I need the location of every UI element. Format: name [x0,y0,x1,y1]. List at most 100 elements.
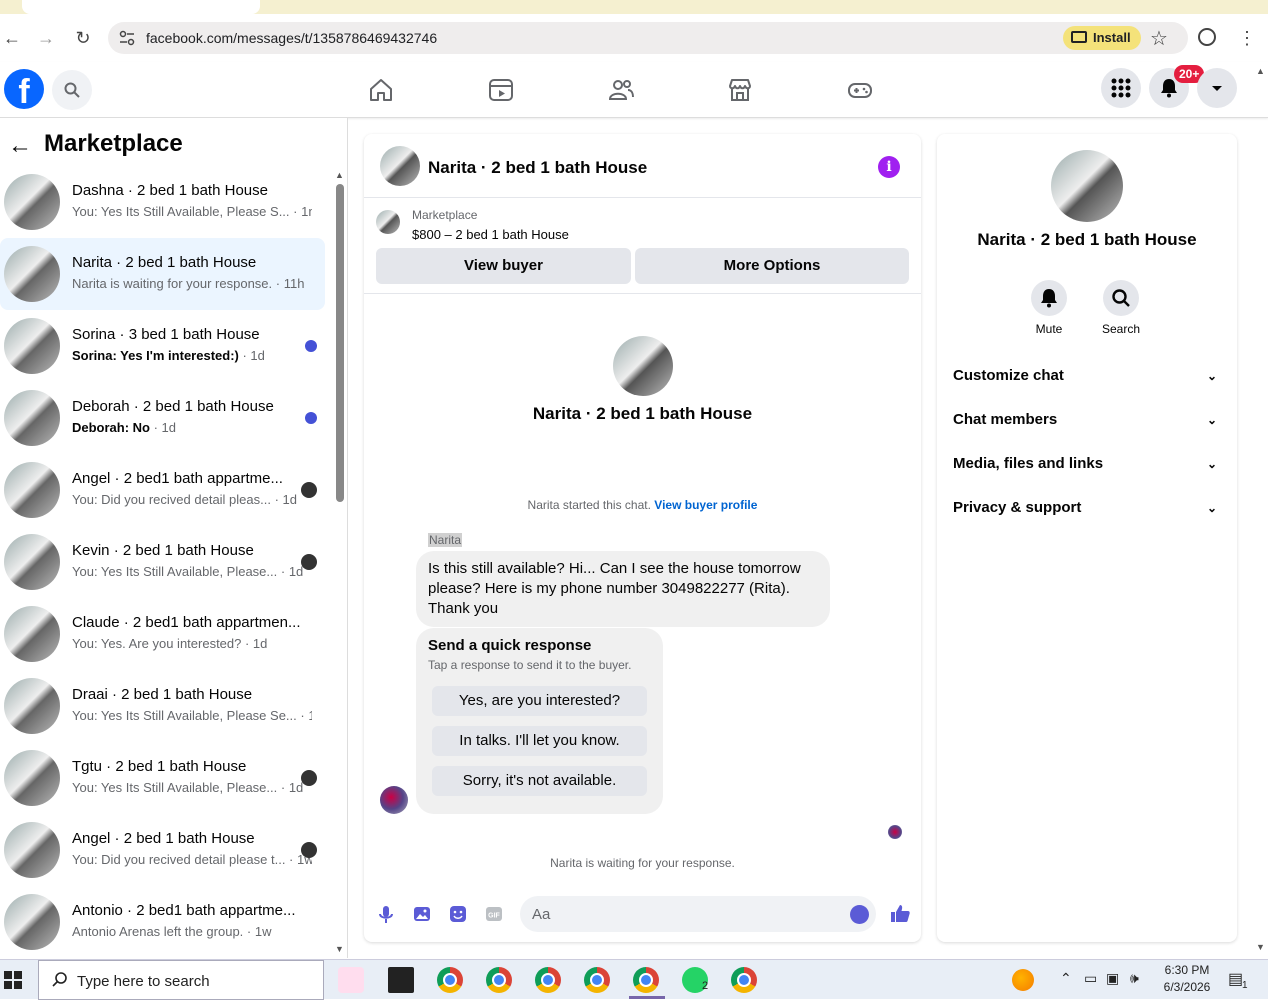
chat-members-section[interactable]: Chat members ⌄ [953,402,1221,438]
url-text[interactable]: facebook.com/messages/t/1358786469432746 [146,30,437,46]
bookmark-star-icon[interactable]: ☆ [1150,26,1168,51]
conversation-item[interactable]: Angel · 2 bed 1 bath House You: Did you r… [0,814,325,886]
chevron-down-icon: ⌄ [1206,369,1217,383]
conversation-item[interactable]: Dashna · 2 bed 1 bath House You: Yes Its … [0,166,325,238]
view-buyer-profile-link[interactable]: View buyer profile [654,498,757,512]
preview-text: You: Did you recived detail please t... [72,852,286,867]
conversation-item[interactable]: Tgtu · 2 bed 1 bath House You: Yes Its St… [0,742,325,814]
quick-response-title: Send a quick response [428,637,592,654]
preview-text: You: Yes. Are you interested? [72,636,242,651]
chevron-up-icon[interactable]: ⌃ [1060,970,1072,987]
quick-response-button[interactable]: Sorry, it's not available. [432,766,647,796]
install-button[interactable]: Install [1063,26,1141,50]
quick-response-button[interactable]: Yes, are you interested? [432,686,647,716]
search-icon [1112,289,1130,307]
conversation-name: Dashna · 2 bed 1 bath House [72,182,268,199]
info-name: Narita · 2 bed 1 bath House [977,230,1197,249]
reload-button[interactable]: ↻ [71,26,95,50]
page-scroll-up-arrow[interactable]: ▲ [1256,66,1265,76]
site-settings-icon[interactable] [118,29,136,47]
mute-button[interactable]: Mute [1019,280,1079,336]
more-options-button[interactable]: More Options [635,248,909,284]
weather-icon[interactable] [1012,969,1034,991]
like-icon[interactable] [889,902,911,924]
conversation-item[interactable]: Sorina · 3 bed 1 bath House Sorina: Yes I… [0,310,325,382]
chrome-icon[interactable] [486,967,512,993]
microphone-icon[interactable] [376,904,396,924]
started-text: Narita started this chat. [527,498,651,512]
chrome-icon[interactable] [731,967,757,993]
chrome-icon[interactable] [535,967,561,993]
chrome-icon[interactable] [633,967,659,993]
sticker-icon[interactable] [448,904,468,924]
sticky-notes-icon[interactable] [388,967,414,993]
privacy-support-section[interactable]: Privacy & support ⌄ [953,490,1221,526]
browser-menu-icon[interactable]: ⋮ [1238,26,1256,50]
scroll-up-arrow[interactable]: ▲ [335,170,344,180]
volume-icon[interactable]: 🕪 [1130,970,1139,987]
chat-title[interactable]: Narita · 2 bed 1 bath House [428,158,647,178]
quick-response-button[interactable]: In talks. I'll let you know. [432,726,647,756]
view-buyer-button[interactable]: View buyer [376,248,631,284]
listing-price[interactable]: $800 – 2 bed 1 bath House [412,227,569,242]
photo-icon[interactable] [412,904,432,924]
search-button[interactable] [52,70,92,110]
conversation-list: Dashna · 2 bed 1 bath House You: Yes Its … [0,166,330,956]
omnibox[interactable]: facebook.com/messages/t/1358786469432746… [108,22,1188,54]
back-arrow-icon[interactable]: ← [8,132,32,160]
notification-center-icon[interactable]: ▤ [1228,969,1243,989]
bell-icon [1041,289,1057,308]
conversation-item[interactable]: Antonio · 2 bed1 bath appartme... Antonio… [0,886,325,956]
preview-time: · 1d [241,636,268,651]
message-input[interactable]: Aa [520,896,876,932]
gif-icon[interactable]: GIF [484,904,504,924]
active-tab[interactable] [22,0,260,14]
windows-start-icon[interactable] [4,971,22,989]
network-icon[interactable]: ▭ [1084,970,1097,987]
clock-time: 6:30 PM [1164,963,1210,977]
search-conversation-button[interactable]: Search [1091,280,1151,336]
scroll-down-arrow[interactable]: ▼ [335,944,344,954]
display-icon[interactable]: ▣ [1106,970,1119,987]
page-scroll-down-arrow[interactable]: ▼ [1256,942,1265,952]
conversation-name: Narita · 2 bed 1 bath House [72,254,257,271]
account-button[interactable] [1197,68,1237,108]
chrome-icon[interactable] [437,967,463,993]
install-icon [1071,31,1087,43]
conversation-item[interactable]: Angel · 2 bed1 bath appartme... You: Did … [0,454,325,526]
chrome-icon[interactable] [584,967,610,993]
profile-icon[interactable] [1198,28,1216,46]
grid-menu-icon [1111,78,1131,98]
snipping-tool-icon[interactable] [338,967,364,993]
taskbar-search[interactable]: Type here to search [38,960,324,1000]
chat-header: Narita · 2 bed 1 bath House i [364,134,921,198]
system-clock[interactable]: 6:30 PM 6/3/2026 [1152,962,1222,996]
friends-icon[interactable] [607,76,635,104]
back-button[interactable]: ← [0,26,24,50]
conversation-item[interactable]: Narita · 2 bed 1 bath House Narita is wai… [0,238,325,310]
menu-button[interactable] [1101,68,1141,108]
conversation-item[interactable]: Claude · 2 bed1 bath appartmen... You: Ye… [0,598,325,670]
conversation-preview: Antonio Arenas left the group. · 1w [72,924,312,939]
media-files-links-section[interactable]: Media, files and links ⌄ [953,446,1221,482]
marketplace-icon[interactable] [726,76,754,104]
sidebar-scrollbar[interactable] [336,184,344,502]
home-icon[interactable] [367,76,395,104]
gaming-icon[interactable] [846,76,874,104]
emoji-icon[interactable] [850,905,869,924]
conversation-name: Deborah · 2 bed 1 bath House [72,398,274,415]
conversation-item[interactable]: Deborah · 2 bed 1 bath House Deborah: No … [0,382,325,454]
conversation-thumbnail [4,750,60,806]
forward-button[interactable]: → [34,26,58,50]
customize-chat-section[interactable]: Customize chat ⌄ [953,358,1221,394]
video-icon[interactable] [487,76,515,104]
conversation-item[interactable]: Kevin · 2 bed 1 bath House You: Yes Its S… [0,526,325,598]
conversation-name: Angel · 2 bed1 bath appartme... [72,470,283,487]
whatsapp-badge: 2 [702,980,709,992]
facebook-logo-icon[interactable]: f [4,69,44,111]
conversation-item[interactable]: Draai · 2 bed 1 bath House You: Yes Its S… [0,670,325,742]
preview-time: · 1d [238,348,265,363]
info-icon[interactable]: i [878,156,900,178]
chat-avatar[interactable] [380,146,420,186]
section-label: Customize chat [953,367,1064,384]
